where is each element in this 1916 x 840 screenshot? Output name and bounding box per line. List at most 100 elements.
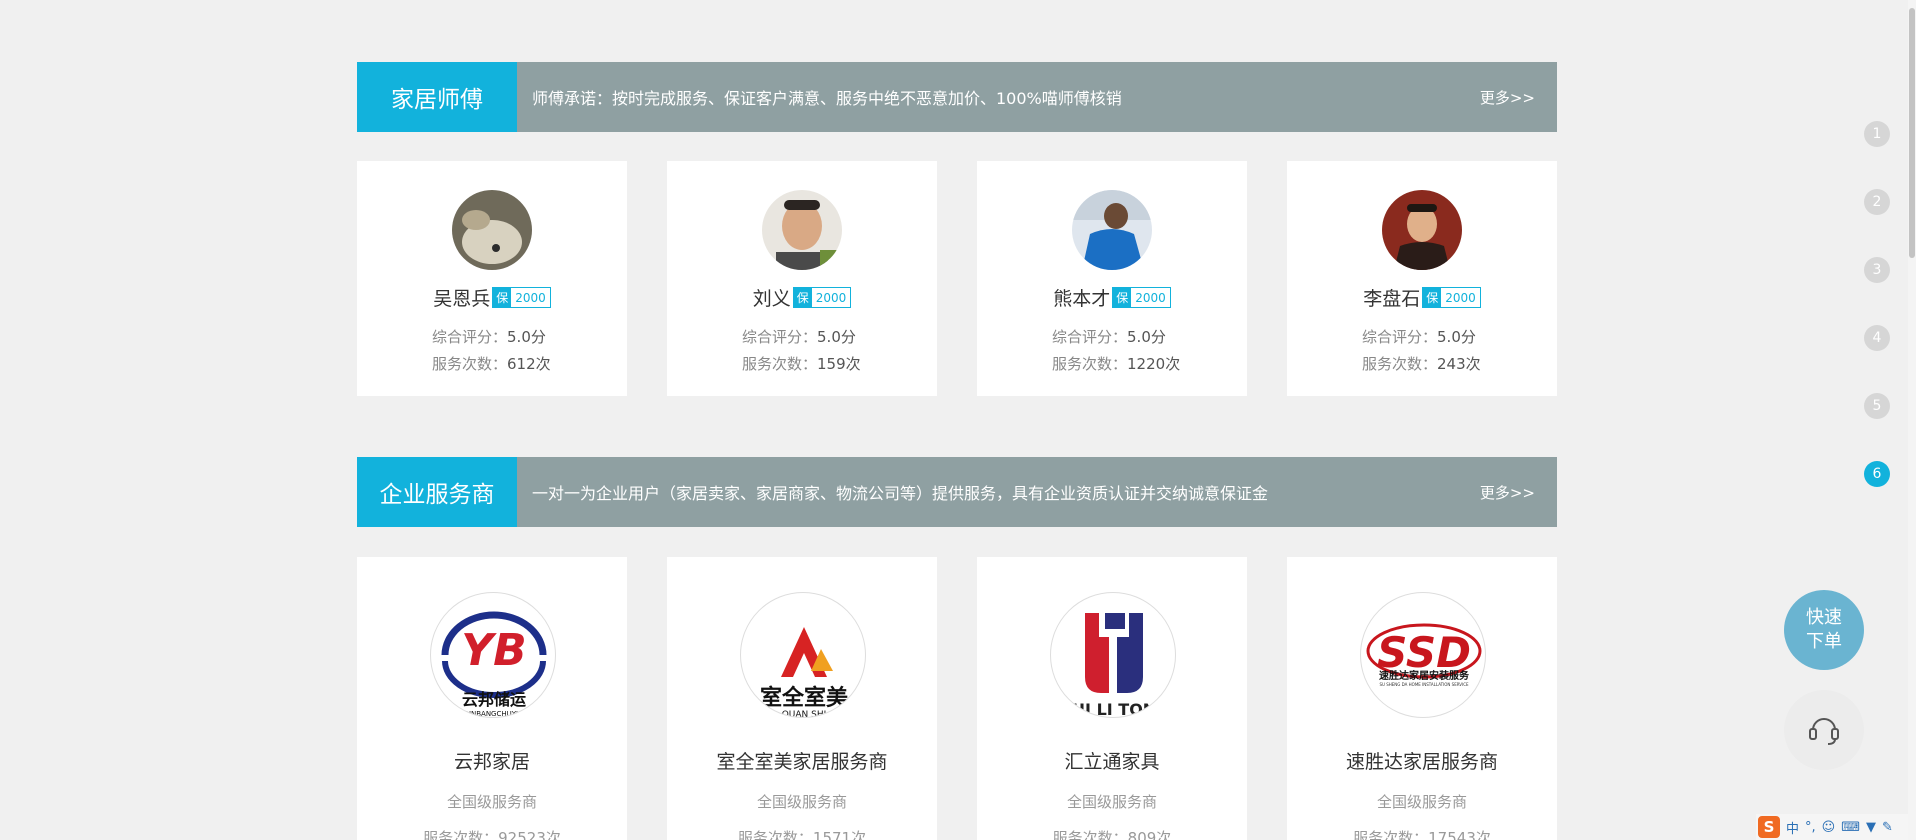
master-avatar[interactable] [1382, 190, 1462, 270]
company-level: 全国级服务商 [1066, 793, 1157, 811]
service-count-line: 服务次数：159次 [742, 353, 861, 374]
quick-order-label-2: 下单 [1806, 631, 1842, 652]
masters-section-title: 家居师傅 [357, 62, 517, 132]
master-name[interactable]: 李盘石 [1363, 284, 1420, 311]
deposit-badge: 保 2000 [1422, 287, 1481, 308]
master-card[interactable]: 熊本才 保 2000 综合评分：5.0分 服务次数：1220次 [977, 161, 1247, 396]
company-logo[interactable]: HUI LI TONG [1050, 592, 1176, 718]
company-logo[interactable]: YB 云邦储运 YUNBANGCHUYUN [430, 592, 556, 718]
rating-value: 5.0分 [817, 328, 856, 346]
service-count-line: 服务次数：243次 [1362, 353, 1481, 374]
ime-language-toggle[interactable]: 中 [1786, 818, 1799, 837]
company-card[interactable]: HUI LI TONG 汇立通家具 全国级服务商 服务次数：809次 [977, 557, 1247, 840]
company-card[interactable]: SSD 速胜达家居安装服务 SU SHENG DA HOME INSTALLAT… [1287, 557, 1557, 840]
deposit-badge: 保 2000 [492, 287, 551, 308]
ime-toolbar[interactable]: S 中 °, ☺ ⌨ ▼ ✎ [1756, 814, 1908, 840]
companies-section-header: 企业服务商 一对一为企业用户（家居卖家、家居商家、物流公司等）提供服务，具有企业… [357, 457, 1557, 527]
floor-nav-item-2[interactable]: 2 [1864, 189, 1890, 215]
floor-nav-item-5[interactable]: 5 [1864, 393, 1890, 419]
companies-more-link[interactable]: 更多>> [1480, 482, 1557, 503]
rating-value: 5.0分 [507, 328, 546, 346]
floor-nav-item-6[interactable]: 6 [1864, 461, 1890, 487]
badge-bao-label: 保 [1113, 288, 1132, 307]
master-avatar[interactable] [1072, 190, 1152, 270]
company-service-count: 服务次数：809次 [1052, 829, 1172, 840]
floor-nav-item-1[interactable]: 1 [1864, 121, 1890, 147]
floor-nav-item-4[interactable]: 4 [1864, 325, 1890, 351]
master-card[interactable]: 刘义 保 2000 综合评分：5.0分 服务次数：159次 [667, 161, 937, 396]
emoji-icon[interactable]: ☺ [1822, 820, 1836, 835]
master-avatar[interactable] [452, 190, 532, 270]
master-name[interactable]: 刘义 [753, 284, 791, 311]
companies-section-title: 企业服务商 [357, 457, 517, 527]
company-name[interactable]: 云邦家居 [357, 747, 627, 774]
logo-subtext: 速胜达家居安装服务 [1379, 669, 1470, 682]
master-card[interactable]: 李盘石 保 2000 综合评分：5.0分 服务次数：243次 [1287, 161, 1557, 396]
count-label: 服务次数： [432, 355, 508, 373]
punctuation-icon[interactable]: °, [1805, 820, 1816, 835]
count-label: 服务次数： [1052, 355, 1128, 373]
badge-bao-label: 保 [493, 288, 512, 307]
rating-label: 综合评分： [1362, 328, 1438, 346]
company-logo[interactable]: SSD 速胜达家居安装服务 SU SHENG DA HOME INSTALLAT… [1360, 592, 1486, 718]
company-level: 全国级服务商 [1376, 793, 1467, 811]
headset-icon [1804, 708, 1844, 752]
service-count-line: 服务次数：1220次 [1052, 353, 1180, 374]
rating-line: 综合评分：5.0分 [432, 326, 546, 347]
count-label: 服务次数： [1362, 355, 1438, 373]
logo-subtext: QUAN SHI [782, 710, 827, 718]
company-service-count: 服务次数：17543次 [1353, 829, 1491, 840]
floor-nav-item-3[interactable]: 3 [1864, 257, 1890, 283]
logo-subtext-2: SU SHENG DA HOME INSTALLATION SERVICE [1379, 682, 1469, 687]
rating-value: 5.0分 [1127, 328, 1166, 346]
badge-bao-label: 保 [1423, 288, 1442, 307]
company-logo[interactable]: 室全室美 QUAN SHI [740, 592, 866, 718]
badge-deposit-value: 2000 [1135, 290, 1166, 305]
company-name[interactable]: 速胜达家居服务商 [1287, 747, 1557, 774]
company-service-count: 服务次数：92523次 [423, 829, 561, 840]
logo-text: SSD [1377, 628, 1471, 677]
sogou-logo-icon[interactable]: S [1758, 816, 1780, 838]
logo-subtext: YUNBANGCHUYUN [461, 710, 527, 718]
badge-deposit-value: 2000 [815, 290, 847, 305]
logo-text: 云邦储运 [462, 690, 526, 709]
count-value: 1220次 [1127, 355, 1181, 373]
logo-text: 室全室美 [760, 685, 849, 711]
rating-label: 综合评分： [1052, 328, 1128, 346]
count-label: 服务次数： [742, 355, 818, 373]
master-name[interactable]: 熊本才 [1053, 284, 1110, 311]
masters-promise-text: 师傅承诺：按时完成服务、保证客户满意、服务中绝不恶意加价、100%喵师傅核销 [532, 89, 1122, 108]
quick-order-label-1: 快速 [1806, 607, 1842, 628]
customer-service-button[interactable] [1784, 690, 1864, 770]
company-level: 全国级服务商 [756, 793, 847, 811]
companies-promise-text: 一对一为企业用户（家居卖家、家居商家、物流公司等）提供服务，具有企业资质认证并交… [532, 484, 1269, 503]
scrollbar-thumb[interactable] [1909, 8, 1915, 258]
count-value: 612次 [507, 355, 551, 373]
quick-order-button[interactable]: 快速 下单 [1784, 590, 1864, 670]
skin-icon[interactable]: ▼ [1866, 820, 1876, 835]
company-name[interactable]: 汇立通家具 [977, 747, 1247, 774]
badge-bao-label: 保 [793, 288, 812, 307]
settings-icon[interactable]: ✎ [1882, 820, 1893, 835]
count-value: 243次 [1437, 355, 1481, 373]
masters-more-link[interactable]: 更多>> [1480, 87, 1557, 108]
company-card[interactable]: YB 云邦储运 YUNBANGCHUYUN 云邦家居 全国级服务商 服务次数：9… [357, 557, 627, 840]
rating-value: 5.0分 [1437, 328, 1476, 346]
deposit-badge: 保 2000 [792, 287, 852, 308]
company-name[interactable]: 室全室美家居服务商 [667, 747, 937, 774]
badge-deposit-value: 2000 [1445, 290, 1476, 305]
company-service-count: 服务次数：1571次 [737, 829, 867, 840]
logo-text: HUI LI TONG [1059, 700, 1170, 718]
rating-line: 综合评分：5.0分 [1052, 326, 1166, 347]
svg-text:YB: YB [461, 625, 526, 676]
master-avatar[interactable] [762, 190, 842, 270]
master-name[interactable]: 吴恩兵 [433, 284, 490, 311]
rating-line: 综合评分：5.0分 [742, 326, 856, 347]
masters-section-header: 家居师傅 师傅承诺：按时完成服务、保证客户满意、服务中绝不恶意加价、100%喵师… [357, 62, 1557, 132]
deposit-badge: 保 2000 [1112, 287, 1171, 308]
service-count-line: 服务次数：612次 [432, 353, 551, 374]
company-card[interactable]: 室全室美 QUAN SHI 室全室美家居服务商 全国级服务商 服务次数：1571… [667, 557, 937, 840]
badge-deposit-value: 2000 [515, 290, 546, 305]
keyboard-icon[interactable]: ⌨ [1841, 820, 1860, 835]
master-card[interactable]: 吴恩兵 保 2000 综合评分：5.0分 服务次数：612次 [357, 161, 627, 396]
